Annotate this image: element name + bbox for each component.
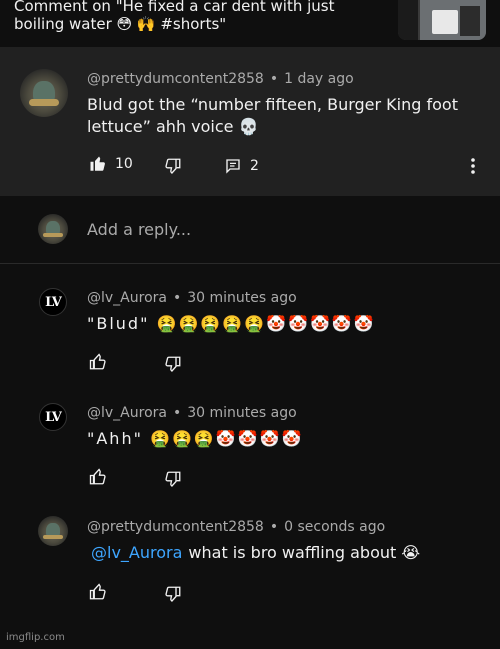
thumbs-down-icon	[165, 586, 181, 602]
like-button[interactable]	[89, 583, 107, 601]
thumbs-up-icon	[89, 353, 106, 370]
avatar[interactable]: LV	[39, 403, 67, 431]
avatar[interactable]	[38, 516, 68, 546]
avatar[interactable]	[20, 69, 68, 117]
add-reply-input[interactable]: Add a reply...	[87, 220, 191, 239]
mention-link[interactable]: @lv_Aurora	[91, 543, 182, 562]
reply-count-button[interactable]: 2	[224, 157, 259, 175]
like-button[interactable]: 10	[89, 155, 133, 173]
dislike-button[interactable]	[164, 355, 182, 373]
thumbs-up-icon	[89, 468, 106, 485]
like-button[interactable]	[89, 468, 107, 486]
timestamp: 1 day ago	[284, 71, 354, 87]
comment-icon	[226, 159, 240, 174]
avatar[interactable]: LV	[39, 288, 67, 316]
dislike-button[interactable]	[164, 585, 182, 603]
avatar-logo-text: LV	[45, 409, 62, 425]
parent-comment: @prettydumcontent2858 • 1 day ago Blud got…	[0, 47, 500, 196]
reply-text-body: what is bro waffling about 😭	[188, 543, 421, 562]
reply-meta: @prettydumcontent2858 • 0 seconds ago	[87, 519, 386, 535]
reply-meta: @lv_Aurora • 30 minutes ago	[87, 290, 297, 306]
context-title: Comment on "He fixed a car dent with jus…	[14, 0, 335, 33]
more-options-button[interactable]	[470, 157, 476, 175]
reply-text: "Blud" 🤮🤮🤮🤮🤮🤡🤡🤡🤡🤡	[87, 314, 376, 333]
thumbs-down-icon	[165, 158, 181, 174]
dislike-button[interactable]	[164, 157, 182, 175]
avatar-logo-text: LV	[45, 294, 62, 310]
reply-text: "Ahh" 🤮🤮🤮🤡🤡🤡🤡	[87, 429, 304, 448]
thumbs-down-icon	[165, 471, 181, 487]
divider	[0, 263, 500, 264]
author-name[interactable]: @prettydumcontent2858	[87, 519, 264, 535]
timestamp: 0 seconds ago	[284, 519, 386, 535]
reply-count: 2	[250, 158, 259, 174]
dislike-button[interactable]	[164, 470, 182, 488]
watermark: imgflip.com	[6, 632, 65, 643]
timestamp: 30 minutes ago	[187, 405, 297, 421]
thumbs-down-icon	[165, 356, 181, 372]
thumbs-up-icon	[90, 156, 105, 171]
video-thumbnail[interactable]	[398, 0, 486, 40]
timestamp: 30 minutes ago	[187, 290, 297, 306]
comment-text: Blud got the “number fifteen, Burger Kin…	[87, 95, 458, 136]
like-button[interactable]	[89, 353, 107, 371]
reply-text: @lv_Aurora what is bro waffling about 😭	[91, 542, 491, 564]
like-count: 10	[115, 156, 133, 172]
more-vertical-icon	[471, 158, 475, 174]
author-name[interactable]: @prettydumcontent2858	[87, 71, 264, 87]
author-name[interactable]: @lv_Aurora	[87, 290, 167, 306]
context-strip: Comment on "He fixed a car dent with jus…	[0, 0, 500, 46]
my-avatar	[38, 214, 68, 244]
author-name[interactable]: @lv_Aurora	[87, 405, 167, 421]
thumbs-up-icon	[89, 583, 106, 600]
reply-meta: @lv_Aurora • 30 minutes ago	[87, 405, 297, 421]
comment-meta: @prettydumcontent2858 • 1 day ago	[87, 71, 354, 87]
